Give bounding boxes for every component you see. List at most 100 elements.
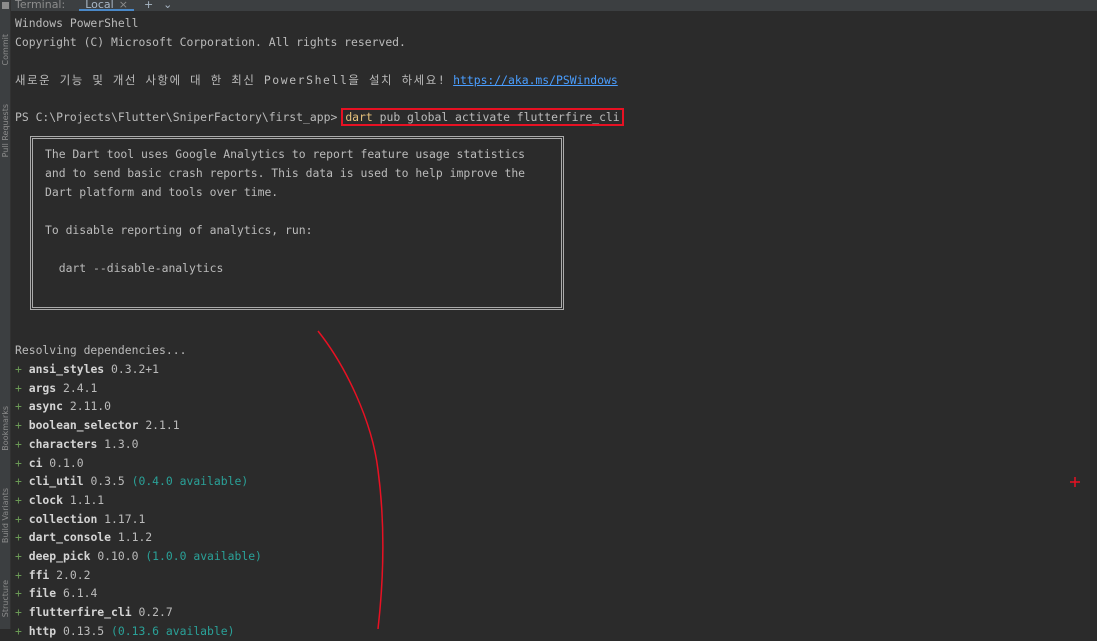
bookmarks-label: Bookmarks <box>0 406 10 451</box>
added-marker: + <box>15 380 29 395</box>
package-version: 2.4.1 <box>63 380 98 395</box>
terminal-tab-bar: Terminal: Local × + ⌄ <box>11 0 1097 11</box>
close-icon[interactable]: × <box>119 0 128 10</box>
bookmarks-tool-button[interactable]: Bookmarks <box>0 406 10 451</box>
prompt-line: PS C:\Projects\Flutter\SniperFactory\fir… <box>15 108 624 127</box>
added-marker: + <box>15 418 29 433</box>
package-line: + cli_util 0.3.5 (0.4.0 available) <box>15 472 248 491</box>
terminal-output[interactable]: Windows PowerShell Copyright (C) Microso… <box>15 14 1097 638</box>
package-line: + ffi 2.0.2 <box>15 566 90 585</box>
package-line: + args 2.4.1 <box>15 379 97 398</box>
package-line: + deep_pick 0.10.0 (1.0.0 available) <box>15 547 262 566</box>
package-name: ansi_styles <box>28 362 105 376</box>
command-highlight: dart pub global activate flutterfire_cli <box>341 108 624 126</box>
added-marker: + <box>15 605 29 620</box>
package-name: collection <box>28 511 98 526</box>
package-line: + ansi_styles 0.3.2+1 <box>15 360 159 379</box>
package-name: ci <box>28 455 43 470</box>
package-version: 0.13.5 <box>63 623 105 638</box>
package-version: 6.1.4 <box>63 586 98 601</box>
package-line: + collection 1.17.1 <box>15 510 145 529</box>
package-version: 1.1.1 <box>69 492 105 507</box>
added-marker: + <box>15 399 29 414</box>
package-line: + file 6.1.4 <box>15 584 97 603</box>
tab-local-label: Local <box>85 0 114 11</box>
command-head: dart <box>345 110 373 124</box>
added-marker: + <box>15 511 29 526</box>
package-line: + http 0.13.5 (0.13.6 available) <box>15 622 234 641</box>
package-line: + dart_console 1.1.2 <box>15 528 152 547</box>
added-marker: + <box>15 623 29 638</box>
project-tool-button[interactable] <box>0 0 10 11</box>
package-version: 2.0.2 <box>56 567 91 582</box>
package-name: async <box>28 399 64 414</box>
package-name: clock <box>28 492 64 507</box>
add-terminal-icon[interactable]: + <box>144 0 153 10</box>
added-marker: + <box>15 474 29 489</box>
prompt: PS C:\Projects\Flutter\SniperFactory\fir… <box>15 110 338 124</box>
pull-requests-label: Pull Requests <box>0 104 10 158</box>
header-line-2: Copyright (C) Microsoft Corporation. All… <box>15 35 406 49</box>
analytics-line-2: and to send basic crash reports. This da… <box>45 166 526 180</box>
package-version: 2.1.1 <box>145 418 180 433</box>
analytics-line-5: To disable reporting of analytics, run: <box>45 223 313 237</box>
update-available-note: (1.0.0 available) <box>145 549 262 563</box>
package-version: 0.3.5 <box>90 474 125 489</box>
resolving-line: Resolving dependencies... <box>15 343 187 357</box>
update-available-note: (0.4.0 available) <box>131 474 249 489</box>
package-name: args <box>28 380 57 395</box>
package-line: + ci 0.1.0 <box>15 454 84 473</box>
package-name: dart_console <box>28 530 112 545</box>
update-link[interactable]: https://aka.ms/PSWindows <box>453 73 618 87</box>
folder-icon <box>1 2 9 9</box>
analytics-line-3: Dart platform and tools over time. <box>45 185 279 199</box>
package-name: cli_util <box>28 474 84 489</box>
commit-tool-button[interactable]: Commit <box>0 34 10 66</box>
package-version: 0.2.7 <box>138 605 173 620</box>
package-line: + flutterfire_cli 0.2.7 <box>15 603 173 622</box>
added-marker: + <box>15 549 29 563</box>
package-line: + async 2.11.0 <box>15 397 111 416</box>
added-marker: + <box>15 492 29 507</box>
added-marker: + <box>15 567 29 582</box>
update-available-note: (0.13.6 available) <box>111 623 235 638</box>
package-name: file <box>28 586 57 601</box>
package-name: http <box>28 623 57 638</box>
tab-local[interactable]: Local × <box>79 0 134 11</box>
build-variants-label: Build Variants <box>0 488 10 544</box>
package-version: 1.17.1 <box>104 511 146 526</box>
added-marker: + <box>15 455 29 470</box>
package-line: + clock 1.1.1 <box>15 491 104 510</box>
update-notice: 새로운 기능 및 개선 사항에 대 한 최신 PowerShell을 설치 하세… <box>15 73 447 87</box>
package-name: flutterfire_cli <box>28 605 132 620</box>
structure-tool-button[interactable]: Structure <box>0 580 10 618</box>
build-variants-tool-button[interactable]: Build Variants <box>0 488 10 544</box>
package-version: 0.3.2+1 <box>111 362 160 376</box>
pull-requests-tool-button[interactable]: Pull Requests <box>0 104 10 158</box>
chevron-down-icon[interactable]: ⌄ <box>163 0 172 10</box>
analytics-line-7: dart --disable-analytics <box>45 261 224 275</box>
package-name: ffi <box>28 567 50 582</box>
package-line: + boolean_selector 2.1.1 <box>15 416 180 435</box>
tool-window-strip: Commit Pull Requests Bookmarks Build Var… <box>0 0 11 629</box>
added-marker: + <box>15 362 29 376</box>
package-name: deep_pick <box>28 549 91 563</box>
added-marker: + <box>15 436 29 451</box>
analytics-line-1: The Dart tool uses Google Analytics to r… <box>45 147 526 161</box>
package-version: 1.1.2 <box>117 530 153 545</box>
package-version: 0.1.0 <box>49 455 84 470</box>
command-rest: pub global activate flutterfire_cli <box>372 110 620 124</box>
analytics-notice-box: The Dart tool uses Google Analytics to r… <box>30 136 564 310</box>
package-version: 0.10.0 <box>97 549 139 563</box>
package-line: + characters 1.3.0 <box>15 435 138 454</box>
added-marker: + <box>15 586 29 601</box>
package-name: characters <box>28 436 98 451</box>
header-line-1: Windows PowerShell <box>15 16 139 30</box>
commit-label: Commit <box>0 34 10 66</box>
package-version: 1.3.0 <box>104 436 139 451</box>
terminal-title: Terminal: <box>15 0 66 11</box>
added-marker: + <box>15 530 29 545</box>
package-name: boolean_selector <box>28 418 139 433</box>
structure-label: Structure <box>0 580 10 618</box>
package-version: 2.11.0 <box>69 399 112 414</box>
